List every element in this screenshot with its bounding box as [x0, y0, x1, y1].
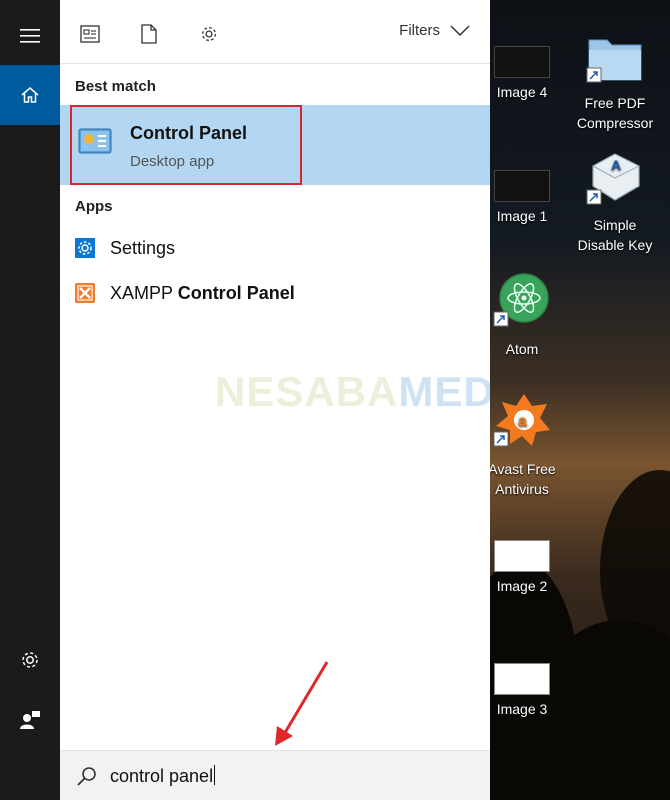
search-query[interactable]: control panel — [110, 765, 216, 787]
search-icon — [77, 767, 96, 786]
filters-label: Filters — [399, 22, 440, 39]
folder-icon — [586, 39, 642, 83]
desktop-icon-label: Image 3 — [496, 701, 548, 717]
avast-icon: a — [493, 394, 550, 447]
best-match-result[interactable]: Control Panel Desktop app — [60, 105, 490, 185]
desktop-icon-label: Image 2 — [496, 578, 548, 594]
desktop-icon-image-1[interactable]: Image 1 — [490, 170, 567, 226]
image-thumbnail — [494, 540, 550, 572]
user-feedback-icon — [20, 711, 40, 729]
documents-button[interactable] — [135, 20, 163, 48]
svg-text:a: a — [518, 413, 527, 430]
filters-dropdown[interactable]: Filters — [399, 22, 470, 39]
desktop-icon-label: Simple — [593, 217, 637, 233]
hamburger-icon — [20, 29, 40, 43]
desktop: Image 4 Free PDF Compressor Image 1 A Si… — [490, 0, 670, 800]
home-icon — [21, 87, 39, 103]
desktop-icon-label: Atom — [505, 341, 539, 357]
apps-view-button[interactable] — [76, 20, 104, 48]
desktop-icon-label: Disable Key — [577, 237, 653, 253]
desktop-icon-label: Image 4 — [496, 84, 548, 100]
settings-button[interactable] — [0, 640, 60, 680]
document-icon — [141, 24, 157, 44]
desktop-icon-free-pdf-compressor[interactable]: Free PDF Compressor — [570, 28, 660, 133]
feedback-button[interactable] — [0, 700, 60, 740]
watermark-part1: NESABA — [215, 368, 399, 415]
best-match-subtitle: Desktop app — [130, 153, 215, 170]
desktop-icon-image-4[interactable]: Image 4 — [490, 46, 567, 102]
search-settings-button[interactable] — [195, 20, 223, 48]
app-result-settings[interactable]: Settings — [60, 228, 490, 268]
desktop-icon-label: Compressor — [576, 115, 654, 131]
app-label-prefix: XAMPP — [110, 282, 178, 303]
settings-gear-icon — [202, 27, 216, 41]
settings-app-icon — [75, 238, 95, 258]
chevron-down-icon — [450, 24, 470, 36]
search-box[interactable]: control panel — [60, 750, 490, 800]
svg-text:A: A — [611, 157, 621, 173]
atom-icon — [493, 273, 549, 327]
desktop-icon-image-3[interactable]: Image 3 — [490, 663, 567, 719]
keyboard-key-icon: A — [586, 153, 640, 205]
best-match-title: Control Panel — [130, 123, 248, 143]
apps-view-icon — [80, 25, 100, 43]
hamburger-menu-button[interactable] — [0, 14, 60, 58]
desktop-icon-label: Free PDF — [584, 95, 646, 111]
desktop-icon-simple-disable-key[interactable]: A Simple Disable Key — [570, 148, 660, 255]
desktop-icon-label: Image 1 — [496, 208, 548, 224]
desktop-icon-label: Avast Free — [490, 461, 556, 477]
search-query-text: control panel — [110, 766, 214, 786]
apps-heading: Apps — [75, 198, 113, 215]
image-thumbnail — [494, 46, 550, 78]
desktop-icon-label: Antivirus — [495, 481, 549, 497]
search-toolbar: Filters — [60, 0, 490, 64]
settings-gear-icon — [22, 652, 38, 668]
xampp-icon — [75, 283, 95, 303]
best-match-heading: Best match — [75, 78, 156, 95]
app-result-label: Settings — [110, 237, 176, 258]
text-caret — [214, 765, 216, 785]
desktop-icon-atom[interactable]: Atom — [490, 270, 567, 359]
image-thumbnail — [494, 663, 550, 695]
desktop-icon-avast-free-antivirus[interactable]: a Avast Free Antivirus — [490, 392, 567, 499]
search-panel: Filters Best match Control Panel Desktop… — [60, 0, 538, 800]
app-result-label: XAMPP Control Panel — [110, 283, 295, 304]
home-button[interactable] — [0, 65, 60, 125]
app-label-match: Control Panel — [177, 282, 295, 303]
annotation-arrow — [275, 661, 329, 746]
start-rail — [0, 0, 60, 800]
desktop-icon-image-2[interactable]: Image 2 — [490, 540, 567, 596]
control-panel-icon — [78, 128, 112, 154]
image-thumbnail — [494, 170, 550, 202]
app-result-xampp[interactable]: XAMPP Control Panel — [60, 273, 490, 313]
